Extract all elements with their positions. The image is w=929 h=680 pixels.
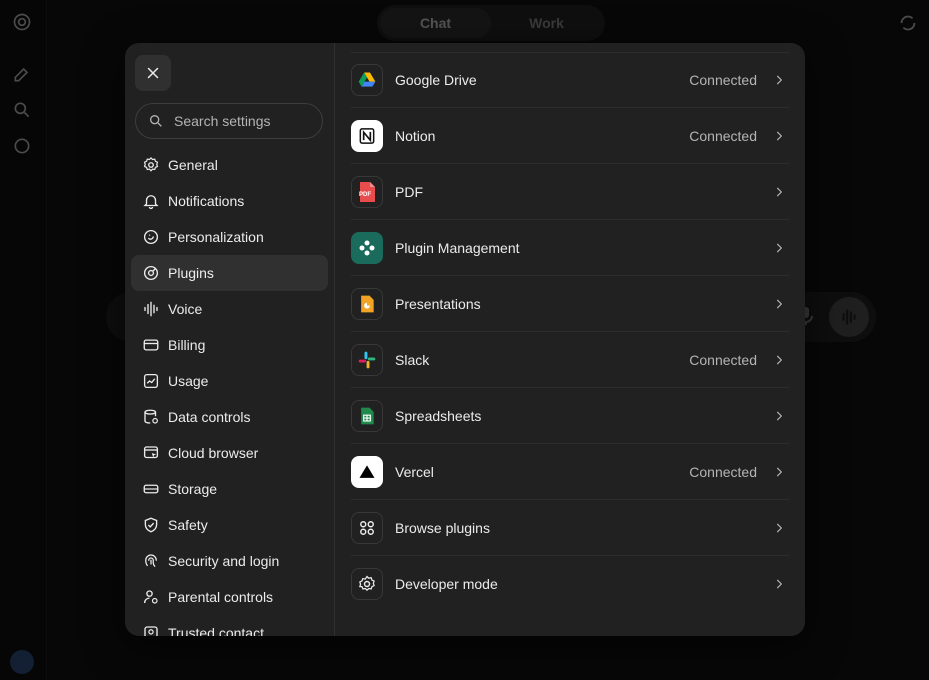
storage-icon [142,480,160,498]
nav-item-billing[interactable]: Billing [131,327,328,363]
chevron-right-icon [771,240,787,256]
notion-icon [351,119,383,152]
plugin-list: Google Drive Connected Notion Connected … [351,52,789,612]
chevron-right-icon [771,72,787,88]
chevron-right-icon [771,184,787,200]
nav-item-cloud-browser[interactable]: Cloud browser [131,435,328,471]
chevron-right-icon [771,352,787,368]
plugin-row-google-drive[interactable]: Google Drive Connected [351,52,789,108]
status-label: Connected [689,463,757,480]
settings-modal: General Notifications Personalization Pl… [125,43,805,636]
grid-icon [351,511,383,544]
spreadsheets-icon [351,399,383,432]
plugin-row-plugin-management[interactable]: Plugin Management [351,220,789,276]
gear-icon [351,568,383,600]
search-icon [150,115,162,127]
presentations-icon [351,287,383,320]
google-drive-icon [351,63,383,96]
fingerprint-icon [142,552,160,570]
plugin-row-presentations[interactable]: Presentations [351,276,789,332]
plugin-management-icon [351,231,383,264]
nav-label: Billing [168,337,206,353]
cloud-browser-icon [142,444,160,462]
plugin-icon [142,264,160,282]
plugin-name: Notion [395,127,436,144]
plugin-name: Developer mode [395,576,498,592]
nav-item-plugins[interactable]: Plugins [131,255,328,291]
chevron-right-icon [771,576,787,592]
gear-icon [142,156,160,174]
pdf-icon: PDF [351,175,383,208]
nav-label: Security and login [168,553,280,569]
settings-sidebar: General Notifications Personalization Pl… [125,43,335,636]
plugin-name: Plugin Management [395,239,520,256]
chevron-right-icon [771,520,787,536]
chevron-right-icon [771,464,787,480]
chevron-right-icon [771,408,787,424]
chevron-right-icon [771,296,787,312]
nav-item-personalization[interactable]: Personalization [131,219,328,255]
vercel-icon [351,455,383,488]
nav-item-usage[interactable]: Usage [131,363,328,399]
nav-label: Plugins [168,265,214,281]
plugin-name: Presentations [395,295,481,312]
nav-label: Data controls [168,409,251,425]
plugin-name: Browse plugins [395,519,490,536]
plugins-panel: Google Drive Connected Notion Connected … [335,43,805,636]
nav-item-voice[interactable]: Voice [131,291,328,327]
plugin-name: PDF [395,183,423,200]
nav-label: Personalization [168,229,264,245]
nav-label: Storage [168,481,218,497]
nav-item-general[interactable]: General [131,147,328,183]
search-settings[interactable] [135,103,323,139]
plugin-row-slack[interactable]: Slack Connected [351,332,789,388]
plugin-row-spreadsheets[interactable]: Spreadsheets [351,388,789,444]
nav-label: Cloud browser [168,445,259,461]
nav-item-trusted-contact[interactable]: Trusted contact [131,615,328,636]
slack-icon [351,343,383,376]
usage-chart-icon [142,372,160,390]
plugin-name: Slack [395,351,430,368]
chevron-right-icon [771,128,787,144]
close-icon [147,67,159,79]
nav-item-parental-controls[interactable]: Parental controls [131,579,328,615]
nav-label: Voice [168,301,203,317]
nav-item-data-controls[interactable]: Data controls [131,399,328,435]
close-button[interactable] [135,55,171,91]
status-label: Connected [689,351,757,368]
waveform-icon [142,300,160,318]
nav-label: General [168,157,218,173]
plugin-row-pdf[interactable]: PDF PDF [351,164,789,220]
credit-card-icon [142,336,160,354]
nav-item-safety[interactable]: Safety [131,507,328,543]
nav-label: Trusted contact [168,625,264,636]
settings-nav: General Notifications Personalization Pl… [131,147,328,636]
trusted-contact-icon [142,624,160,636]
plugin-name: Google Drive [395,71,477,88]
nav-item-notifications[interactable]: Notifications [131,183,328,219]
personalization-icon [142,228,160,246]
parental-icon [142,588,160,606]
plugin-name: Vercel [395,463,434,480]
status-label: Connected [689,127,757,144]
status-label: Connected [689,71,757,88]
plugin-row-notion[interactable]: Notion Connected [351,108,789,164]
pdf-badge-text: PDF [359,191,371,198]
database-icon [142,408,160,426]
nav-item-storage[interactable]: Storage [131,471,328,507]
nav-label: Safety [168,517,208,533]
search-input[interactable] [172,112,316,130]
nav-label: Notifications [168,193,245,209]
plugin-row-browse-plugins[interactable]: Browse plugins [351,500,789,556]
nav-item-security-and-login[interactable]: Security and login [131,543,328,579]
nav-label: Parental controls [168,589,274,605]
shield-check-icon [142,516,160,534]
bell-icon [142,192,160,210]
plugin-name: Spreadsheets [395,407,482,424]
plugin-row-developer-mode[interactable]: Developer mode [351,556,789,612]
nav-label: Usage [168,373,209,389]
plugin-row-vercel[interactable]: Vercel Connected [351,444,789,500]
